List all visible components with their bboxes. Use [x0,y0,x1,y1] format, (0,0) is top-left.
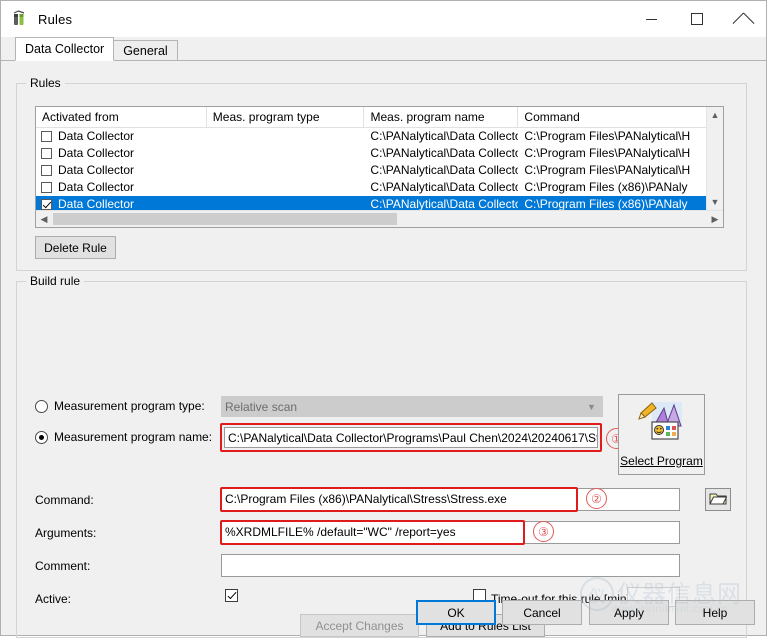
row-activated-from-cell: Data Collector [36,162,207,179]
arguments-input[interactable]: %XRDMLFILE% /default="WC" /report=yes [221,521,680,544]
row-program-name-cell: C:\PANalytical\Data Collector\... [364,145,518,162]
select-program-label: Select Program [619,454,704,468]
program-name-input[interactable]: C:\PANalytical\Data Collector\Programs\P… [224,427,598,448]
dialog-footer: OK Cancel Apply Help [1,600,766,625]
row-activated-from-label: Data Collector [58,162,134,179]
row-checkbox[interactable] [41,199,52,210]
radio-program-name-indicator[interactable] [35,431,48,444]
radio-program-type-label: Measurement program type: [54,399,205,413]
command-label: Command: [35,493,94,507]
maximize-button[interactable] [674,1,720,37]
row-activated-from-cell: Data Collector [36,179,207,196]
minimize-button[interactable] [628,1,674,37]
build-rule-group: Build rule Measurement program type: Rel… [16,281,747,638]
folder-icon [709,491,727,509]
list-vertical-scrollbar[interactable]: ▲ ▼ [706,107,723,210]
command-input[interactable]: C:\Program Files (x86)\PANalytical\Stres… [221,488,680,511]
marker-three: ③ [533,521,554,542]
rules-dialog: Rules Data Collector General Rules Activ… [0,0,767,636]
radio-program-name-label: Measurement program name: [54,430,212,444]
close-button[interactable] [720,1,766,37]
build-rule-group-title: Build rule [26,274,84,288]
ok-button[interactable]: OK [416,600,496,625]
scroll-up-icon[interactable]: ▲ [707,107,723,123]
list-horizontal-scrollbar[interactable]: ◀ ▶ [36,210,723,227]
browse-command-button[interactable] [705,488,731,511]
table-row[interactable]: Data Collector C:\PANalytical\Data Colle… [36,162,706,179]
tab-general[interactable]: General [113,40,177,61]
rules-list-rows: Data Collector C:\PANalytical\Data Colle… [36,128,706,213]
table-row[interactable]: Data Collector C:\PANalytical\Data Colle… [36,179,706,196]
scroll-right-icon[interactable]: ▶ [707,211,723,227]
delete-rule-label: Delete Rule [44,241,107,255]
radio-program-type-indicator[interactable] [35,400,48,413]
table-row[interactable]: Data Collector C:\PANalytical\Data Colle… [36,128,706,145]
radio-measurement-program-type[interactable]: Measurement program type: [35,399,205,413]
row-checkbox[interactable] [41,148,52,159]
arguments-value: %XRDMLFILE% /default="WC" /report=yes [225,525,456,539]
rules-group-title: Rules [26,76,65,90]
rules-app-icon [12,10,30,28]
row-checkbox[interactable] [41,182,52,193]
column-header-program-type[interactable]: Meas. program type [207,107,365,127]
marker-two: ② [586,488,607,509]
title-bar: Rules [1,1,766,37]
select-program-button[interactable]: Select Program [618,394,705,475]
tab-strip: Data Collector General [1,37,766,61]
horizontal-scroll-thumb[interactable] [53,213,397,225]
ok-label: OK [447,606,464,620]
select-program-icon [638,400,686,442]
delete-rule-button[interactable]: Delete Rule [35,236,116,259]
scroll-left-icon[interactable]: ◀ [36,211,52,227]
row-program-name-cell: C:\PANalytical\Data Collector\... [364,162,518,179]
row-command-cell: C:\Program Files\PANalytical\H [518,145,706,162]
column-header-command[interactable]: Command [518,107,706,127]
row-command-cell: C:\Program Files\PANalytical\H [518,128,706,145]
cancel-label: Cancel [523,606,560,620]
program-type-value: Relative scan [225,400,297,414]
maximize-icon [691,13,703,25]
window-title: Rules [38,12,72,27]
apply-label: Apply [614,606,644,620]
command-value: C:\Program Files (x86)\PANalytical\Stres… [225,492,507,506]
row-activated-from-label: Data Collector [58,179,134,196]
comment-label: Comment: [35,559,90,573]
program-type-combobox: Relative scan [221,396,603,417]
help-label: Help [703,606,728,620]
program-name-value: C:\PANalytical\Data Collector\Programs\P… [228,431,598,445]
row-program-name-cell: C:\PANalytical\Data Collector\... [364,128,518,145]
rules-list[interactable]: Activated from Meas. program type Meas. … [35,106,724,228]
radio-measurement-program-name[interactable]: Measurement program name: [35,430,212,444]
chevron-down-icon: ▼ [587,403,596,412]
row-activated-from-label: Data Collector [58,145,134,162]
row-command-cell: C:\Program Files (x86)\PANaly [518,179,706,196]
close-icon [737,13,750,26]
column-header-program-name[interactable]: Meas. program name [364,107,518,127]
rules-group: Rules Activated from Meas. program type … [16,83,747,271]
tab-page-data-collector: Rules Activated from Meas. program type … [1,60,766,635]
tab-general-label: General [123,44,167,58]
row-activated-from-label: Data Collector [58,128,134,145]
comment-input[interactable] [221,554,680,577]
row-command-cell: C:\Program Files\PANalytical\H [518,162,706,179]
row-activated-from-cell: Data Collector [36,145,207,162]
row-program-name-cell: C:\PANalytical\Data Collector\... [364,179,518,196]
scroll-down-icon[interactable]: ▼ [707,194,723,210]
cancel-button[interactable]: Cancel [502,600,582,625]
table-row[interactable]: Data Collector C:\PANalytical\Data Colle… [36,145,706,162]
row-activated-from-cell: Data Collector [36,128,207,145]
minimize-icon [646,19,657,20]
column-header-activated-from[interactable]: Activated from [36,107,207,127]
rules-list-header: Activated from Meas. program type Meas. … [36,107,706,128]
row-checkbox[interactable] [41,131,52,142]
row-checkbox[interactable] [41,165,52,176]
help-button[interactable]: Help [675,600,755,625]
tab-data-collector[interactable]: Data Collector [15,37,114,61]
tab-data-collector-label: Data Collector [25,42,104,56]
arguments-label: Arguments: [35,526,96,540]
window-controls [628,1,766,37]
apply-button[interactable]: Apply [589,600,669,625]
